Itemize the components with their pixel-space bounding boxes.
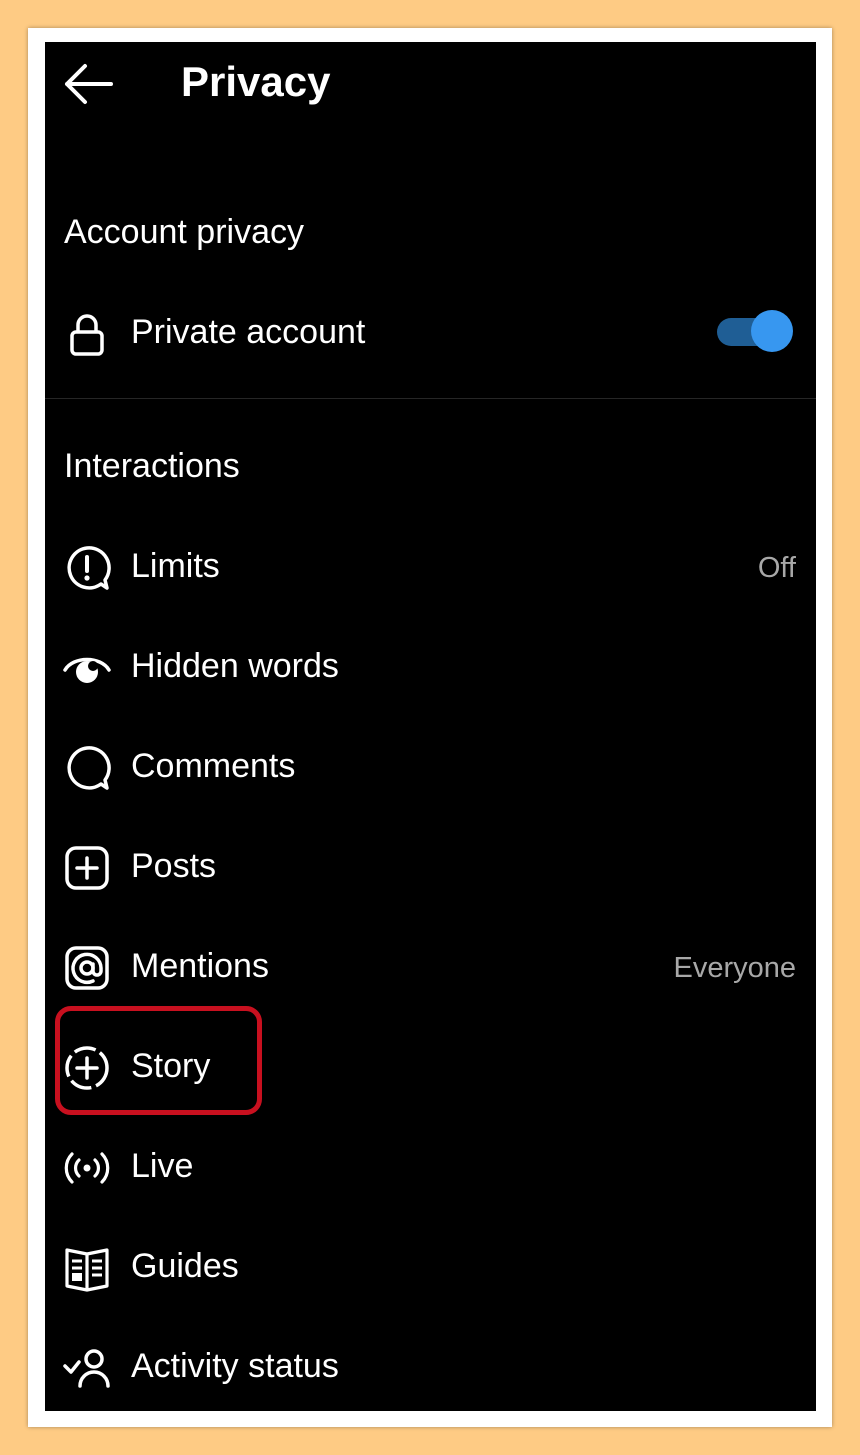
header: Privacy xyxy=(45,42,816,122)
interactions-item-activity-status[interactable]: Activity status xyxy=(45,1316,816,1411)
page-title: Privacy xyxy=(181,58,331,105)
posts-label: Posts xyxy=(131,847,217,885)
at-sign-icon xyxy=(63,944,111,992)
private-account-row[interactable]: Private account xyxy=(45,282,816,382)
toggle-knob xyxy=(751,310,793,352)
interactions-item-limits[interactable]: Limits Off xyxy=(45,516,816,616)
limits-alert-icon xyxy=(63,544,111,592)
private-account-toggle[interactable] xyxy=(715,310,795,354)
mentions-label: Mentions xyxy=(131,947,269,985)
interactions-item-posts[interactable]: Posts xyxy=(45,816,816,916)
interactions-item-hidden-words[interactable]: Hidden words xyxy=(45,616,816,716)
guides-label: Guides xyxy=(131,1247,239,1285)
privacy-screen: Privacy Account privacy Private account … xyxy=(45,42,816,1411)
mentions-value: Everyone xyxy=(673,952,796,984)
private-account-label: Private account xyxy=(131,313,366,351)
guides-book-icon xyxy=(63,1244,111,1292)
interactions-item-guides[interactable]: Guides xyxy=(45,1216,816,1316)
hidden-words-eye-icon xyxy=(63,644,111,692)
hidden-words-label: Hidden words xyxy=(131,647,339,685)
interactions-item-live[interactable]: Live xyxy=(45,1116,816,1216)
limits-label: Limits xyxy=(131,547,220,585)
comments-label: Comments xyxy=(131,747,296,785)
section-divider xyxy=(45,398,816,399)
section-title-account-privacy: Account privacy xyxy=(64,213,304,251)
live-broadcast-icon xyxy=(63,1144,111,1192)
plus-square-icon xyxy=(63,844,111,892)
interactions-item-mentions[interactable]: Mentions Everyone xyxy=(45,916,816,1016)
limits-value: Off xyxy=(757,552,796,584)
section-title-interactions: Interactions xyxy=(64,447,240,485)
comment-bubble-icon xyxy=(63,744,111,792)
interactions-item-comments[interactable]: Comments xyxy=(45,716,816,816)
activity-status-icon xyxy=(63,1344,111,1392)
back-button[interactable] xyxy=(61,60,117,108)
story-highlight-box xyxy=(55,1006,262,1115)
arrow-left-icon xyxy=(65,64,113,104)
activity-status-label: Activity status xyxy=(131,1347,339,1385)
lock-icon xyxy=(63,310,111,358)
live-label: Live xyxy=(131,1147,194,1185)
